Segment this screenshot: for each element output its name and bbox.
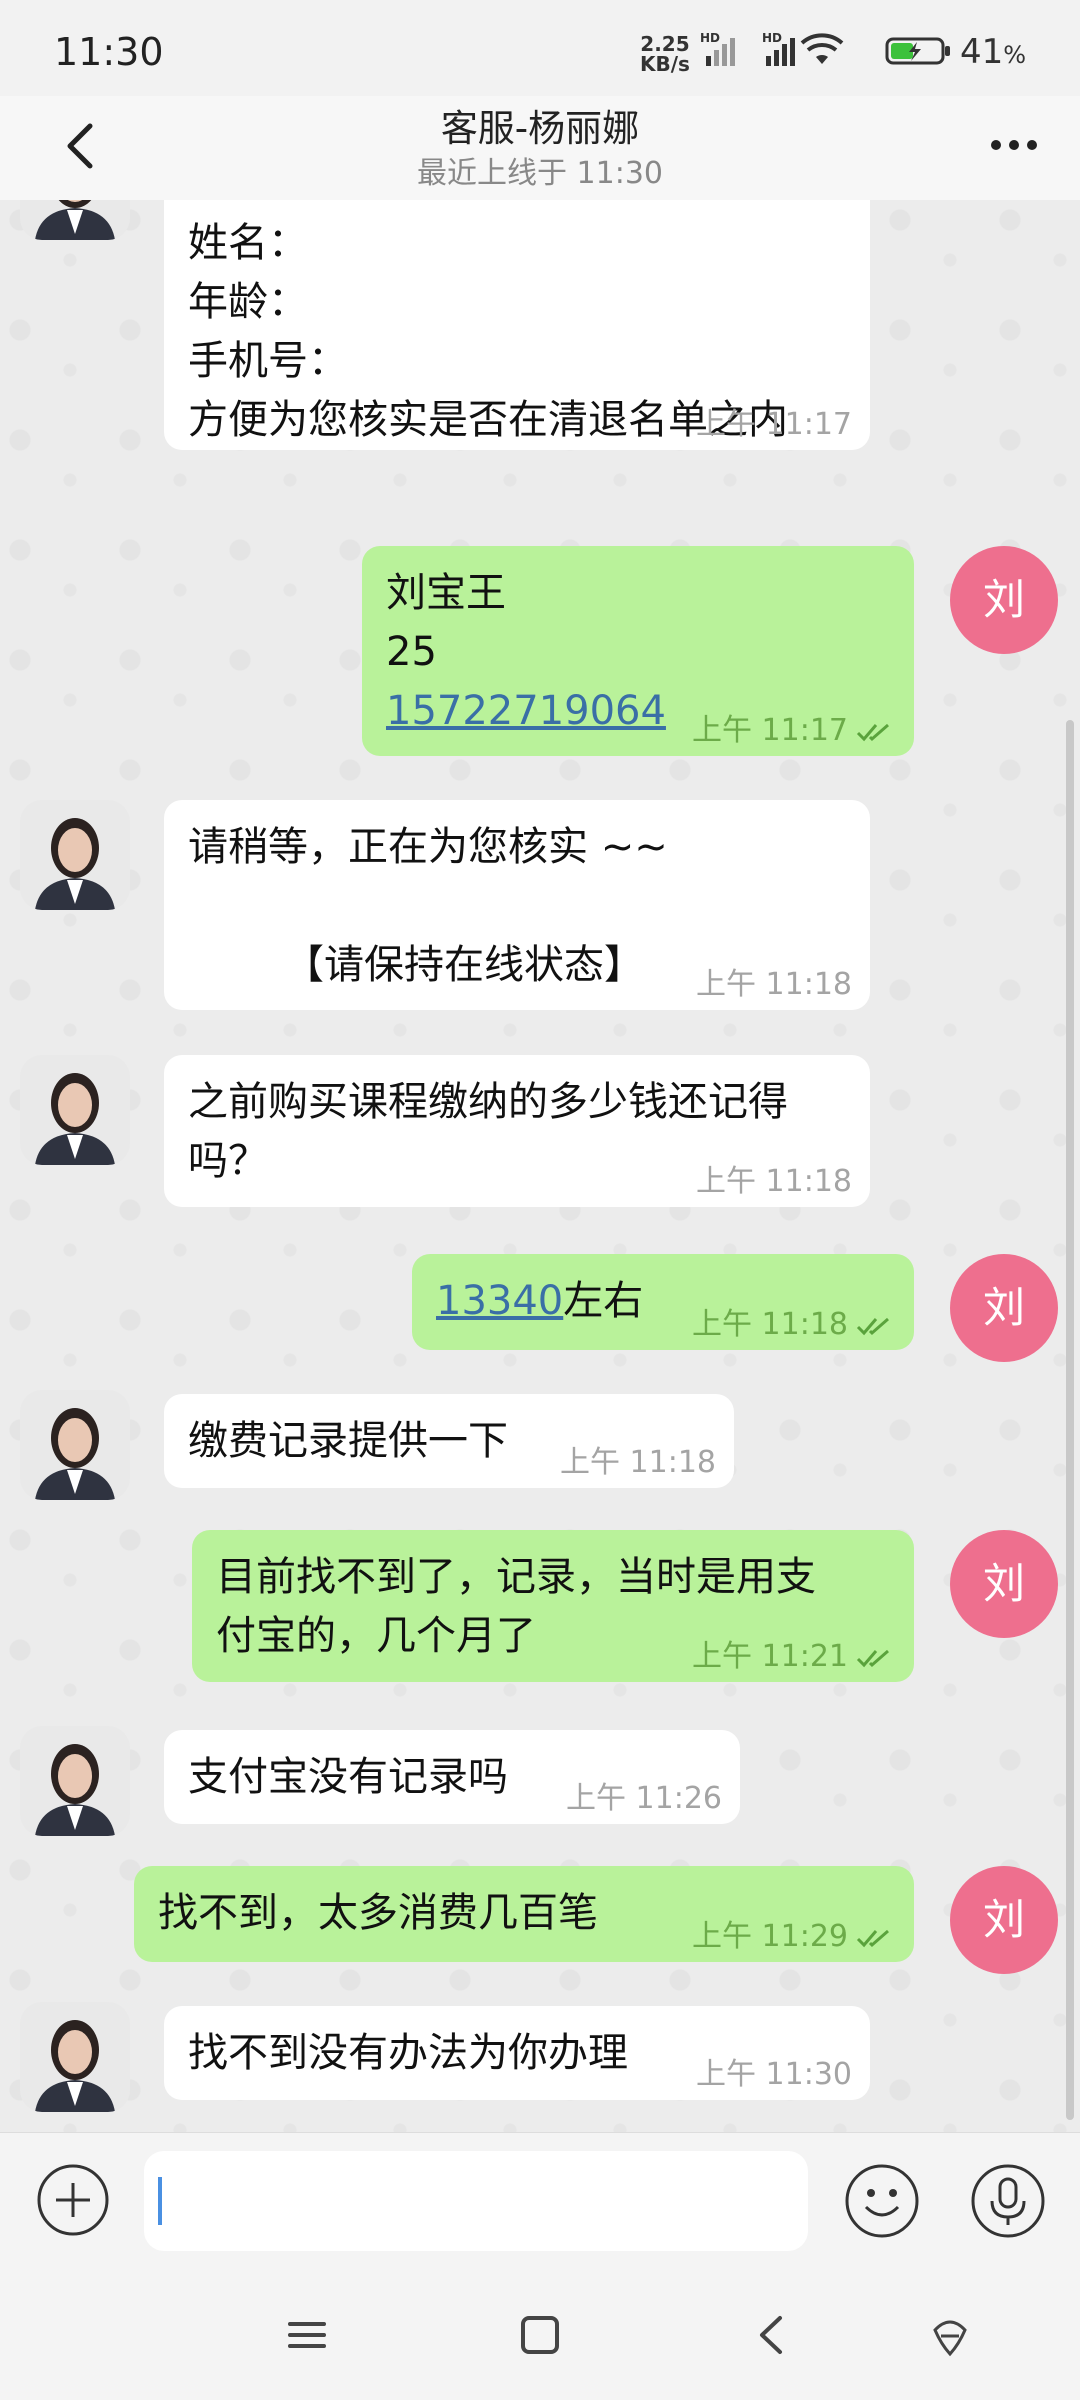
agent-avatar[interactable] (20, 1390, 130, 1500)
message-time: 上午 11:18 (696, 967, 852, 1002)
assistant-icon[interactable] (925, 2310, 975, 2360)
message-time: 上午 11:17 (692, 716, 894, 746)
net-speed: 2.25 KB/s (640, 32, 690, 76)
my-avatar[interactable]: 刘 (950, 1530, 1058, 1638)
message-bubble-incoming[interactable]: 姓名： 年龄： 手机号： 方便为您核实是否在清退名单之内 上午 11:17 (164, 200, 870, 450)
message-input[interactable] (144, 2151, 808, 2251)
message-bubble-incoming[interactable]: 支付宝没有记录吗 上午 11:26 (164, 1730, 740, 1824)
chat-header: 客服-杨丽娜 最近上线于 11:30 (0, 96, 1080, 201)
agent-avatar[interactable] (20, 200, 130, 240)
scrollbar[interactable] (1066, 720, 1074, 2120)
back-nav-icon[interactable] (748, 2310, 798, 2360)
battery-percent: 41% (960, 32, 1027, 72)
more-options-icon[interactable] (984, 130, 1044, 160)
menu-icon[interactable] (282, 2310, 332, 2360)
read-ticks-icon (856, 1649, 889, 1667)
message-time: 上午 11:18 (696, 1164, 852, 1199)
status-time: 11:30 (54, 30, 164, 74)
contact-name: 客服-杨丽娜 (440, 107, 640, 150)
read-ticks-icon (856, 723, 889, 741)
chat-messages[interactable]: 姓名： 年龄： 手机号： 方便为您核实是否在清退名单之内 上午 11:17 刘宝… (0, 200, 1080, 2132)
message-bubble-outgoing[interactable]: 13340左右 上午 11:18 (412, 1254, 914, 1350)
read-ticks-icon (856, 1929, 889, 1947)
my-avatar[interactable]: 刘 (950, 546, 1058, 654)
amount-link[interactable]: 13340 (436, 1278, 563, 1324)
svg-text:HD: HD (762, 31, 782, 45)
status-bar: 11:30 2.25 KB/s HD HD 41% (0, 0, 1080, 96)
message-time: 上午 11:18 (692, 1310, 894, 1340)
message-time: 上午 11:29 (692, 1922, 894, 1952)
agent-avatar[interactable] (20, 1055, 130, 1165)
message-bubble-incoming[interactable]: 请稍等，正在为您核实 ~~ 【请保持在线状态】 上午 11:18 (164, 800, 870, 1010)
my-avatar[interactable]: 刘 (950, 1866, 1058, 1974)
battery-icon (885, 37, 950, 65)
home-icon[interactable] (515, 2310, 565, 2360)
message-bubble-outgoing[interactable]: 刘宝王 25 15722719064 上午 11:17 (362, 546, 914, 756)
message-bubble-incoming[interactable]: 之前购买课程缴纳的多少钱还记得 吗？ 上午 11:18 (164, 1055, 870, 1207)
phone-link[interactable]: 15722719064 (386, 688, 666, 734)
system-nav-bar (0, 2268, 1080, 2400)
message-time: 上午 11:17 (696, 407, 852, 442)
message-bubble-outgoing[interactable]: 找不到，太多消费几百笔 上午 11:29 (134, 1866, 914, 1962)
attach-plus-icon[interactable] (36, 2163, 110, 2237)
message-bubble-outgoing[interactable]: 目前找不到了，记录，当时是用支 付宝的，几个月了 上午 11:21 (192, 1530, 914, 1682)
composer (0, 2132, 1080, 2269)
microphone-icon[interactable] (970, 2163, 1046, 2239)
message-bubble-incoming[interactable]: 找不到没有办法为你办理 上午 11:30 (164, 2006, 870, 2100)
my-avatar[interactable]: 刘 (950, 1254, 1058, 1362)
message-bubble-incoming[interactable]: 缴费记录提供一下 上午 11:18 (164, 1394, 734, 1488)
message-time: 上午 11:21 (692, 1642, 894, 1672)
emoji-icon[interactable] (844, 2163, 920, 2239)
agent-avatar[interactable] (20, 800, 130, 910)
message-time: 上午 11:18 (560, 1445, 716, 1480)
agent-avatar[interactable] (20, 1726, 130, 1836)
svg-text:HD: HD (700, 31, 720, 45)
agent-avatar[interactable] (20, 2002, 130, 2112)
text-caret (158, 2177, 162, 2225)
last-seen: 最近上线于 11:30 (417, 156, 663, 191)
read-ticks-icon (856, 1317, 889, 1335)
signal-icons: HD HD (700, 31, 844, 66)
message-time: 上午 11:26 (566, 1781, 722, 1816)
message-time: 上午 11:30 (696, 2057, 852, 2092)
